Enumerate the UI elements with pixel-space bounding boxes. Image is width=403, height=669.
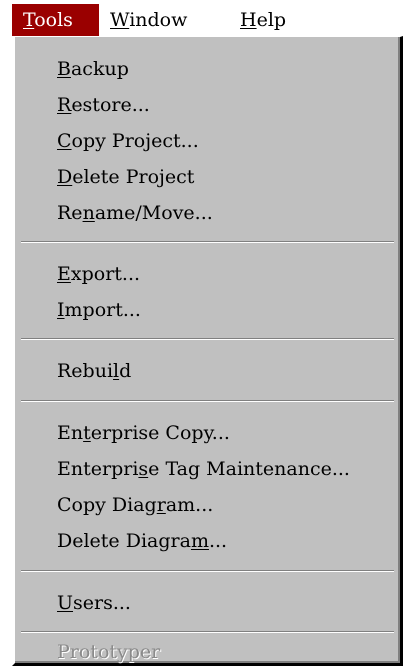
menu-separator [21, 338, 394, 340]
item-accelerator: s [138, 458, 149, 480]
item-label: xport... [70, 263, 141, 285]
menu-item-rename-move[interactable]: Rename/Move... [57, 196, 213, 230]
item-accelerator: E [57, 263, 71, 285]
menu-item-prototyper: Prototyper [57, 635, 160, 669]
item-accelerator: D [57, 166, 73, 188]
menu-item-delete-project[interactable]: Delete Project [57, 160, 194, 194]
item-label-pre: Re [57, 202, 83, 224]
item-label: ame/Move... [94, 202, 213, 224]
item-label: ackup [70, 58, 129, 80]
menu-tools[interactable]: Tools [12, 4, 99, 36]
menu-separator [21, 570, 394, 572]
menu-window-accelerator: W [110, 9, 130, 31]
item-label: sers... [73, 592, 131, 614]
menu-tools-accelerator: T [23, 9, 35, 31]
menu-item-enterprise-tag-maintenance[interactable]: Enterprise Tag Maintenance... [57, 452, 350, 486]
item-label: e Tag Maintenance... [148, 458, 350, 480]
item-label: ... [208, 530, 228, 552]
menu-item-export[interactable]: Export... [57, 257, 140, 291]
item-accelerator: U [57, 592, 74, 614]
item-accelerator: m [190, 530, 209, 552]
item-accelerator: B [57, 58, 71, 80]
menu-separator [21, 631, 394, 633]
item-label: am... [165, 494, 214, 516]
menu-tools-label: ools [34, 9, 73, 31]
menu-item-copy-diagram[interactable]: Copy Diagram... [57, 488, 213, 522]
menu-separator [21, 400, 394, 402]
item-accelerator: n [82, 202, 95, 224]
menu-window-label: indow [129, 9, 188, 31]
menu-bar: Tools Window Help [12, 4, 403, 36]
menu-help-label: elp [256, 9, 287, 31]
item-accelerator: I [57, 299, 65, 321]
item-label: mport... [64, 299, 141, 321]
menu-separator [21, 241, 394, 243]
item-accelerator: r [156, 494, 166, 516]
menu-item-delete-diagram[interactable]: Delete Diagram... [57, 524, 227, 558]
menu-help[interactable]: Help [234, 4, 292, 36]
item-label-pre: Delete Diagra [57, 530, 191, 552]
item-label: estore... [71, 94, 150, 116]
item-label: elete Project [72, 166, 195, 188]
item-label: erprise Copy... [90, 422, 230, 444]
item-label: opy Project... [71, 130, 199, 152]
item-label-pre: Prototyper [57, 641, 161, 663]
item-label-pre: Rebui [57, 360, 114, 382]
item-accelerator: C [57, 130, 72, 152]
tools-dropdown-menu: Backup Restore... Copy Project... Delete… [12, 36, 403, 666]
menu-item-rebuild[interactable]: Rebuild [57, 354, 131, 388]
menu-item-users[interactable]: Users... [57, 586, 131, 620]
item-label: d [119, 360, 132, 382]
menu-item-backup[interactable]: Backup [57, 52, 129, 86]
item-accelerator: R [57, 94, 72, 116]
menu-item-restore[interactable]: Restore... [57, 88, 150, 122]
menu-item-import[interactable]: Import... [57, 293, 141, 327]
menu-item-enterprise-copy[interactable]: Enterprise Copy... [57, 416, 230, 450]
item-label-pre: En [57, 422, 84, 444]
menu-window[interactable]: Window [104, 4, 193, 36]
menu-help-accelerator: H [240, 9, 257, 31]
item-label-pre: Copy Diag [57, 494, 157, 516]
item-label-pre: Enterpri [57, 458, 139, 480]
menu-item-copy-project[interactable]: Copy Project... [57, 124, 199, 158]
item-accelerator: t [83, 422, 91, 444]
